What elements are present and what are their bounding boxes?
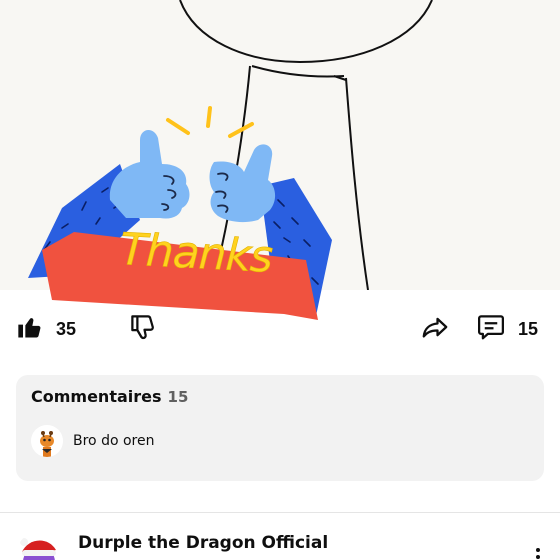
- comments-title: Commentaires: [31, 387, 162, 406]
- thumb-up-icon: [16, 313, 44, 345]
- dislike-button[interactable]: [128, 312, 158, 346]
- comment-preview[interactable]: Bro do oren: [31, 425, 154, 457]
- comments-header: Commentaires 15: [31, 387, 188, 406]
- comment-preview-text: Bro do oren: [73, 433, 155, 449]
- thanks-sticker: Thanks: [22, 100, 342, 325]
- comments-count: 15: [518, 318, 539, 339]
- share-button[interactable]: [419, 312, 451, 346]
- comments-button[interactable]: 15: [476, 312, 538, 346]
- comments-section[interactable]: Commentaires 15 Bro do oren: [16, 375, 544, 481]
- share-icon: [419, 312, 451, 346]
- like-count: 35: [56, 318, 77, 339]
- thumbs-up-arms-graphic: [28, 106, 332, 320]
- thumb-down-icon: [128, 312, 158, 346]
- sticker-thanks-text: Thanks: [118, 224, 274, 283]
- channel-name[interactable]: Durple the Dragon Official: [78, 533, 328, 553]
- next-post-header: Durple the Dragon Official: [0, 520, 560, 560]
- giraffe-avatar-icon: [31, 425, 63, 457]
- dragon-santa-hat-avatar-icon[interactable]: [16, 532, 62, 560]
- comment-icon: [476, 312, 506, 346]
- comments-header-count: 15: [167, 388, 189, 406]
- more-vertical-icon[interactable]: [530, 548, 546, 560]
- divider: [0, 512, 560, 513]
- action-bar: 35 15: [0, 300, 560, 358]
- like-button[interactable]: 35: [16, 312, 76, 346]
